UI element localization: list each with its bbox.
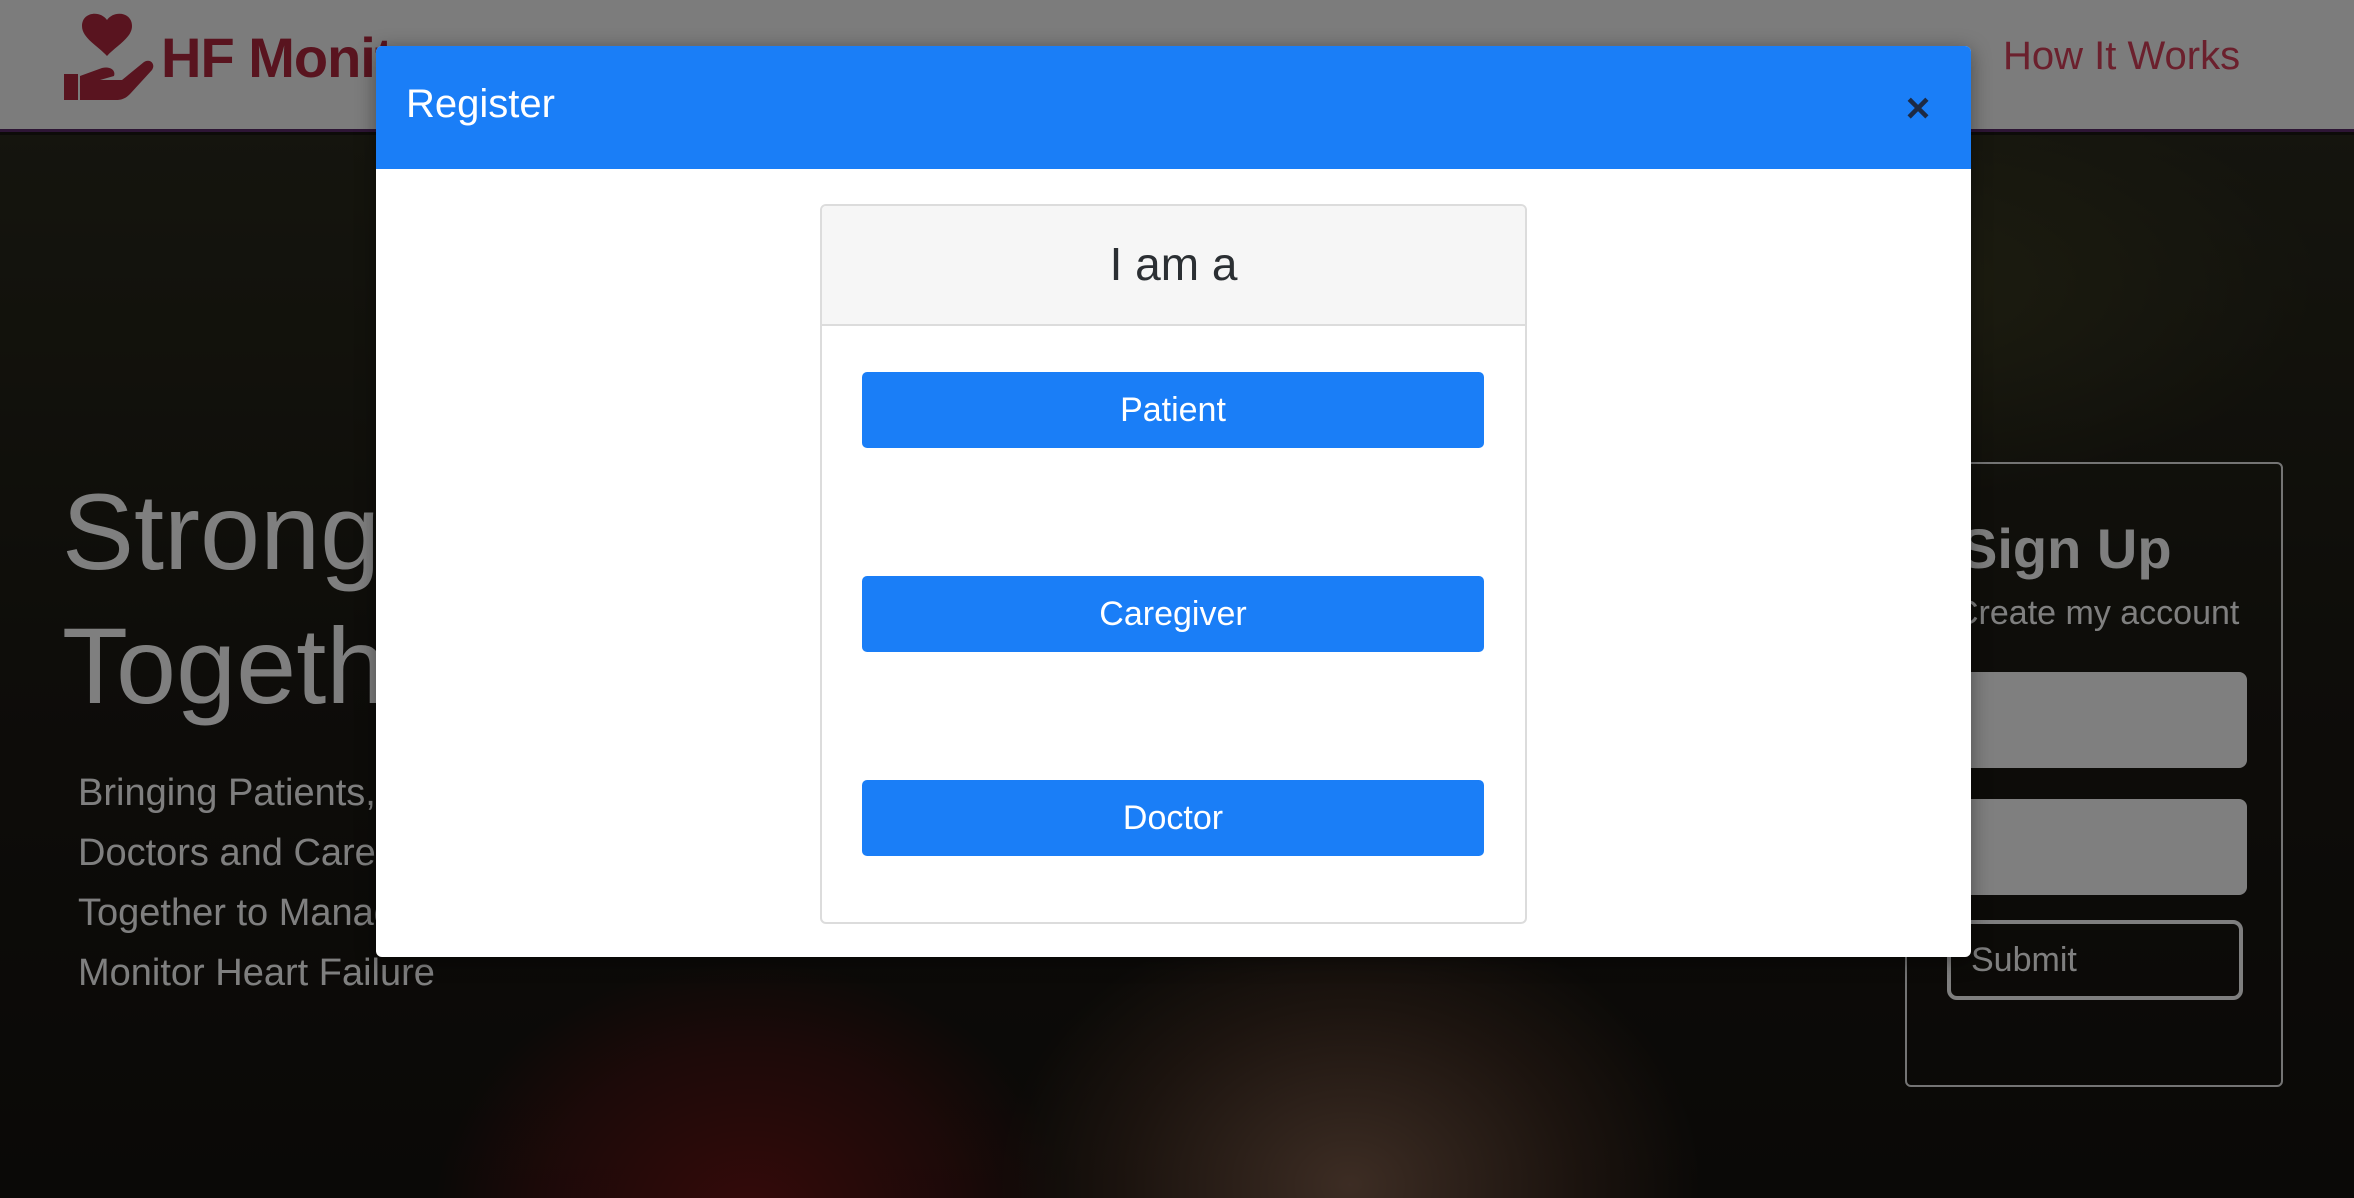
doctor-button[interactable]: Doctor (862, 780, 1484, 856)
role-choice-header: I am a (822, 206, 1525, 326)
role-choice-card: I am a Patient Caregiver Doctor (820, 204, 1527, 924)
close-icon[interactable]: × (1896, 86, 1940, 130)
modal-title: Register (406, 82, 555, 126)
modal-header: Register × (376, 46, 1971, 169)
caregiver-button[interactable]: Caregiver (862, 576, 1484, 652)
register-modal: Register × I am a Patient Caregiver Doct… (376, 46, 1971, 957)
role-prompt: I am a (1109, 238, 1238, 290)
patient-button[interactable]: Patient (862, 372, 1484, 448)
